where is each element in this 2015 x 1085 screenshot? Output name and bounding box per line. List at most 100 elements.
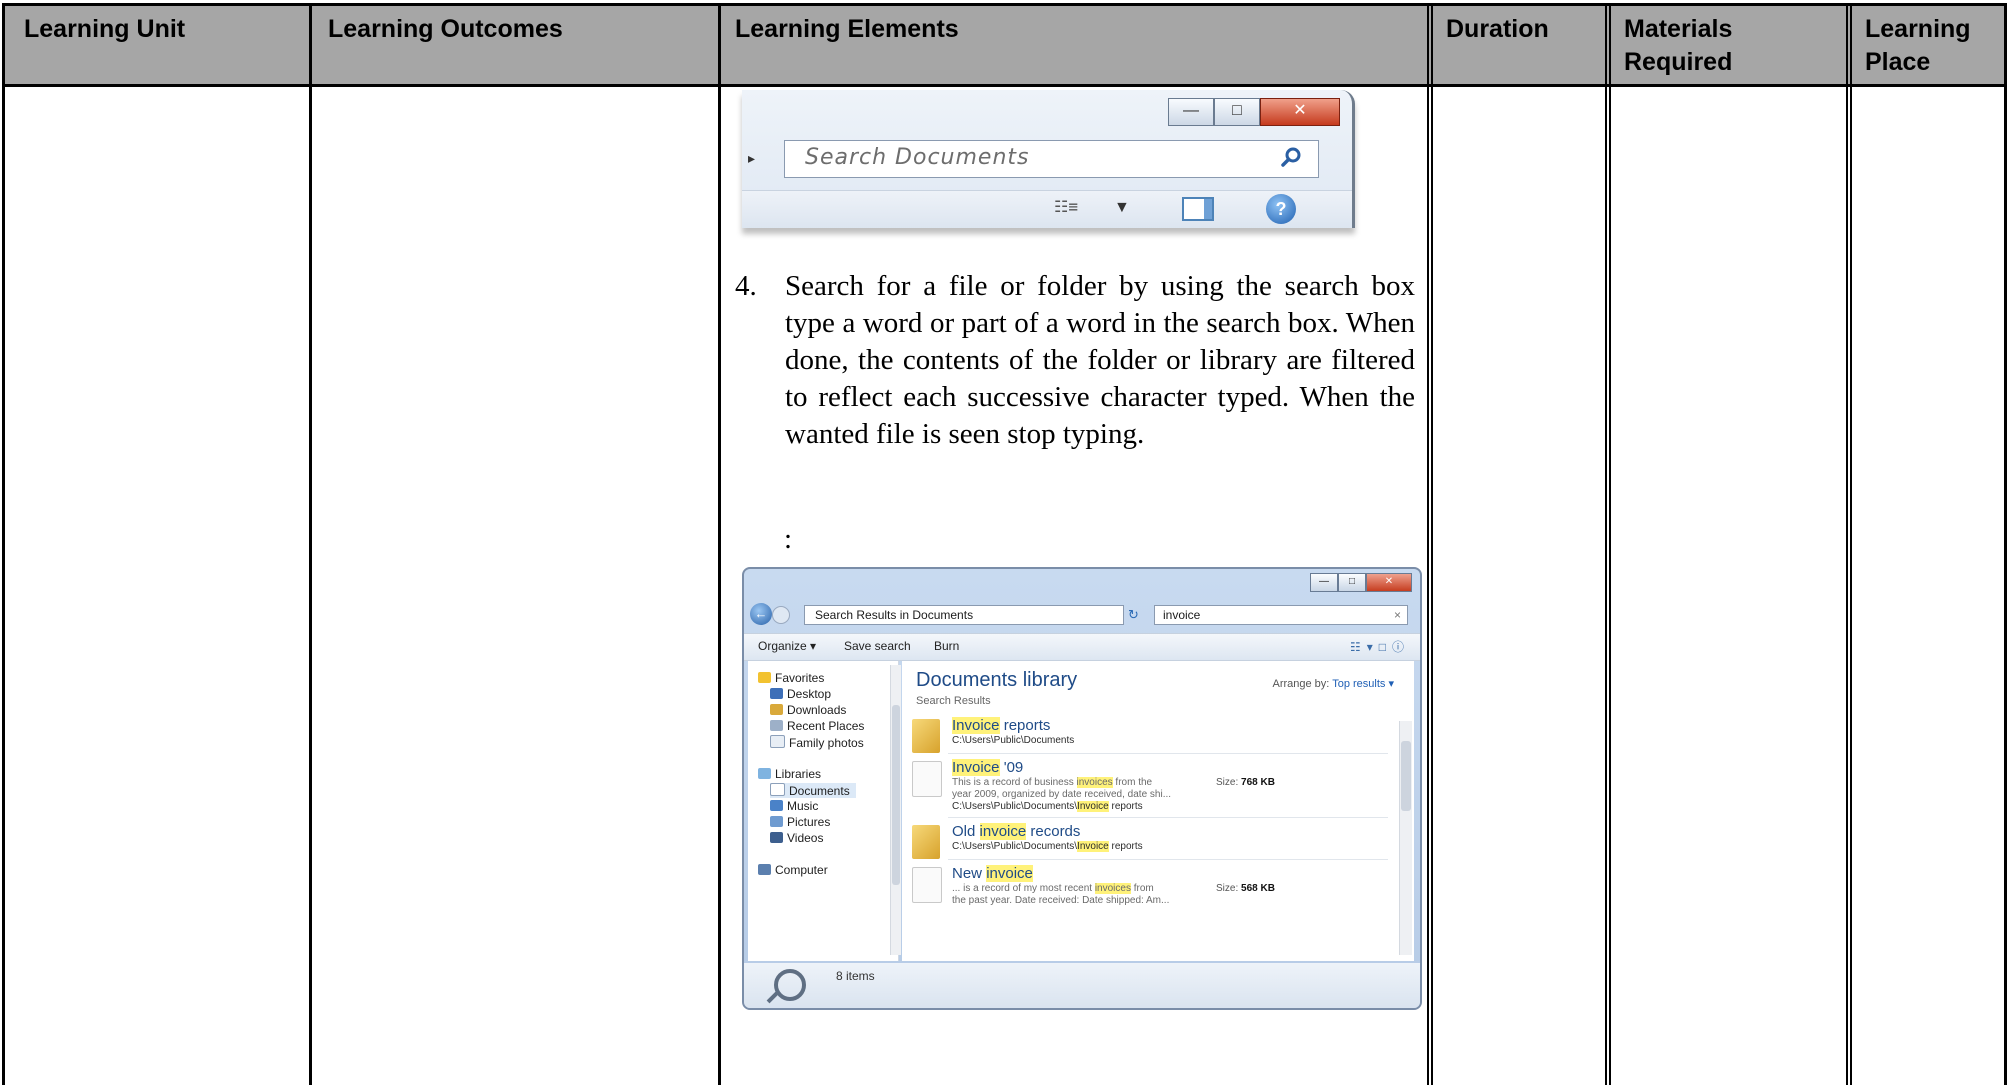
search-box-screenshot: — □ ✕ ▸ Search Documents ☷≡ ▼ ? — [742, 90, 1355, 228]
results-scrollbar — [1399, 721, 1412, 955]
clear-search-icon: × — [1393, 608, 1401, 622]
result-separator — [948, 753, 1388, 754]
result-path: C:\Users\Public\Documents — [952, 735, 1075, 746]
nav-desktop: Desktop — [770, 687, 831, 701]
column-divider — [1850, 3, 1852, 1085]
result-item: Invoice reports C:\Users\Public\Document… — [912, 717, 1392, 753]
search-value: invoice — [1163, 608, 1201, 622]
minimize-icon: — — [1168, 98, 1214, 126]
result-item: New invoice ... is a record of my most r… — [912, 865, 1392, 911]
videos-icon — [770, 832, 783, 843]
table-top-border — [2, 3, 2007, 6]
documents-icon — [770, 783, 785, 796]
search-icon — [774, 969, 806, 1001]
nav-recent-places: Recent Places — [770, 719, 864, 733]
column-divider — [1609, 3, 1611, 1085]
result-path: C:\Users\Public\Documents\Invoice report… — [952, 841, 1143, 852]
result-description: ... is a record of my most recent invoic… — [952, 883, 1154, 894]
star-icon — [758, 672, 771, 683]
header-learning-place: Learning Place — [1865, 15, 1971, 76]
window-controls: — □ ✕ — [1310, 573, 1412, 592]
folder-icon — [912, 719, 940, 753]
view-options-icon: ☷▾□ⓘ — [1349, 640, 1410, 654]
table-header-separator — [2, 84, 2007, 87]
save-search-button: Save search — [844, 639, 911, 653]
header-learning-unit: Learning Unit — [24, 15, 186, 43]
header-materials-required: Materials Required — [1624, 15, 1733, 76]
help-icon: ? — [1266, 194, 1296, 224]
refresh-icon: ↻ — [1128, 607, 1139, 622]
nav-favorites: Favorites — [758, 671, 824, 685]
step-text: Search for a file or folder by using the… — [785, 270, 1415, 450]
result-separator — [948, 859, 1388, 860]
close-icon: ✕ — [1366, 573, 1412, 592]
libraries-icon — [758, 768, 771, 779]
result-description: year 2009, organized by date received, d… — [952, 789, 1172, 800]
step-paragraph: 4. Search for a file or folder by using … — [735, 268, 1415, 453]
column-divider — [1605, 3, 1607, 1085]
result-title: Invoice reports — [952, 717, 1051, 734]
column-divider — [1427, 3, 1429, 1085]
search-placeholder: Search Documents — [805, 145, 1030, 170]
column-divider — [718, 3, 721, 1085]
library-subtitle: Search Results — [916, 695, 991, 707]
pictures-icon — [770, 816, 783, 827]
result-title: Invoice '09 — [952, 759, 1024, 776]
nav-music: Music — [770, 799, 818, 813]
result-description: This is a record of business invoices fr… — [952, 777, 1153, 788]
result-item: Invoice '09 This is a record of business… — [912, 759, 1392, 815]
nav-computer: Computer — [758, 863, 828, 877]
nav-libraries: Libraries — [758, 767, 821, 781]
document-icon — [912, 761, 942, 797]
result-description: the past year. Date received: Date shipp… — [952, 895, 1170, 906]
recent-places-icon — [770, 720, 783, 731]
forward-arrow-icon — [772, 606, 790, 624]
document-icon — [912, 867, 942, 903]
results-pane: Documents library Search Results Arrange… — [902, 661, 1414, 961]
address-bar: Search Results in Documents — [804, 605, 1124, 625]
nav-downloads: Downloads — [770, 703, 846, 717]
search-icon — [1281, 147, 1301, 167]
column-divider — [1431, 3, 1433, 1085]
result-title: Old invoice records — [952, 823, 1081, 840]
result-separator — [948, 817, 1388, 818]
nav-pictures: Pictures — [770, 815, 830, 829]
result-size: Size: 768 KB — [1216, 777, 1275, 788]
maximize-icon: □ — [1338, 573, 1366, 592]
preview-pane-icon — [1182, 197, 1214, 221]
result-size: Size: 568 KB — [1216, 883, 1275, 894]
organize-menu: Organize ▾ — [758, 639, 817, 653]
result-item: Old invoice records C:\Users\Public\Docu… — [912, 823, 1392, 859]
library-title: Documents library — [916, 669, 1078, 691]
details-pane: 8 items — [744, 963, 1420, 1008]
nav-family-photos: Family photos — [770, 735, 864, 750]
navigation-buttons: ← — [750, 603, 790, 625]
maximize-icon: □ — [1214, 98, 1260, 126]
folder-icon — [770, 735, 785, 748]
downloads-icon — [770, 704, 783, 715]
table-left-border — [2, 3, 5, 1085]
back-arrow-icon: ← — [750, 603, 772, 625]
search-input: invoice × — [1154, 605, 1408, 625]
column-divider — [1846, 3, 1848, 1085]
explorer-toolbar: ☷≡ ▼ ? — [742, 190, 1352, 228]
close-icon: ✕ — [1260, 98, 1340, 126]
table-right-border — [2004, 3, 2007, 1085]
burn-button: Burn — [934, 639, 960, 653]
header-duration: Duration — [1446, 15, 1549, 43]
result-path: C:\Users\Public\Documents\Invoice report… — [952, 801, 1143, 812]
step-number: 4. — [735, 270, 757, 302]
nav-scrollbar — [890, 665, 901, 955]
navigation-pane: Favorites Desktop Downloads Recent Place… — [748, 661, 901, 961]
header-learning-outcomes: Learning Outcomes — [328, 15, 563, 43]
search-input: Search Documents — [784, 140, 1319, 178]
chevron-down-icon: ▼ — [1114, 199, 1130, 216]
header-learning-elements: Learning Elements — [735, 15, 959, 43]
breadcrumb-arrow-icon: ▸ — [748, 150, 756, 166]
folder-icon — [912, 825, 940, 859]
window-controls: — □ ✕ — [1168, 98, 1340, 126]
nav-videos: Videos — [770, 831, 823, 845]
command-bar: Organize ▾ Save search Burn ☷▾□ⓘ — [744, 633, 1420, 661]
address-text: Search Results in Documents — [815, 608, 974, 622]
views-icon: ☷≡ — [1054, 197, 1078, 216]
